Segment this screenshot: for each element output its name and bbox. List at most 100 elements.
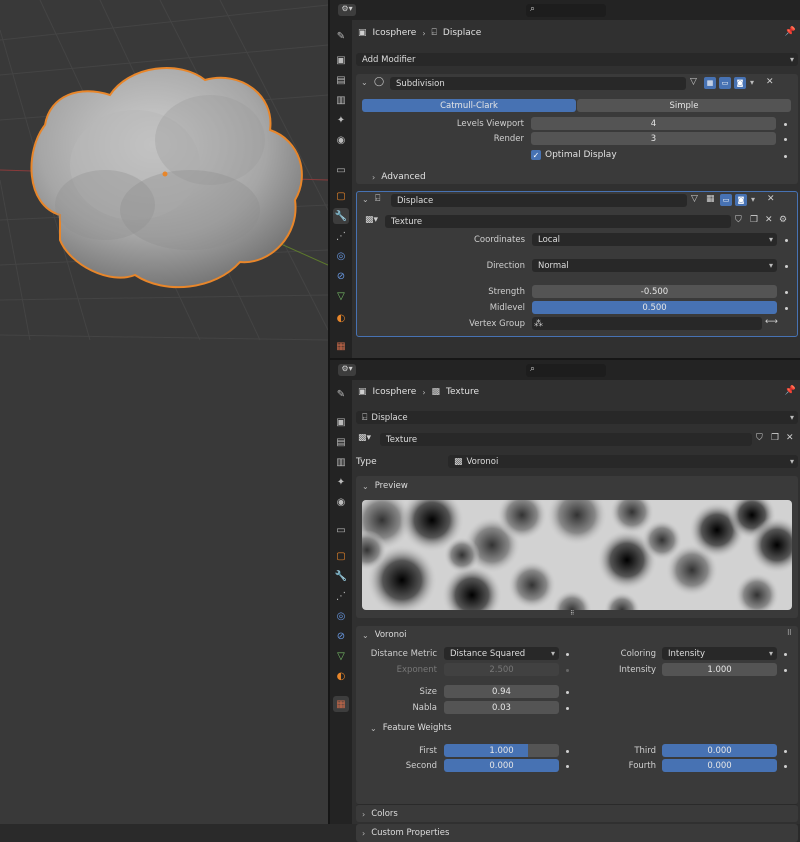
- texture-tab-icon[interactable]: ▦: [333, 338, 349, 354]
- search-field[interactable]: ⌕: [526, 364, 606, 377]
- material-tab-icon[interactable]: ◐: [333, 310, 349, 326]
- voronoi-header[interactable]: ⌄ Voronoi: [362, 626, 407, 644]
- constraints-tab-icon[interactable]: ⊘: [333, 628, 349, 644]
- vertex-group-field[interactable]: ⁂: [532, 317, 762, 330]
- render-toggle-icon[interactable]: ◙: [735, 194, 747, 206]
- catmull-clark-button[interactable]: Catmull-Clark: [362, 99, 576, 112]
- search-field[interactable]: ⌕: [526, 4, 606, 17]
- physics-tab-icon[interactable]: ◎: [333, 608, 349, 624]
- simple-button[interactable]: Simple: [577, 99, 791, 112]
- keyframe-dot[interactable]: [566, 653, 569, 656]
- displace-name-field[interactable]: Displace: [391, 194, 687, 207]
- keyframe-dot[interactable]: [785, 307, 788, 310]
- particles-tab-icon[interactable]: ⋰: [333, 228, 349, 244]
- midlevel-slider[interactable]: 0.500: [532, 301, 777, 314]
- collection-tab-icon[interactable]: ▭: [333, 522, 349, 538]
- texture-checker-icon[interactable]: ▩▾: [365, 215, 378, 225]
- constraints-tab-icon[interactable]: ⊘: [333, 268, 349, 284]
- render-levels-field[interactable]: 3: [531, 132, 776, 145]
- subdivision-name-field[interactable]: Subdivision: [390, 77, 686, 90]
- world-tab-icon[interactable]: ◉: [333, 494, 349, 510]
- keyframe-dot[interactable]: [784, 653, 787, 656]
- duplicate-icon[interactable]: ❐: [771, 433, 779, 443]
- optimal-display-checkbox[interactable]: ✓ Optimal Display: [531, 150, 617, 160]
- edit-mode-toggle-icon[interactable]: ▽: [690, 77, 697, 87]
- cage-toggle-icon[interactable]: ▦: [704, 77, 716, 89]
- keyframe-dot[interactable]: [785, 291, 788, 294]
- viewport-toggle-icon[interactable]: ▭: [720, 194, 732, 206]
- texture-user-dropdown[interactable]: ⍇ Displace ▾: [356, 411, 798, 424]
- keyframe-dot[interactable]: [566, 750, 569, 753]
- coordinates-dropdown[interactable]: Local ▾: [532, 233, 777, 246]
- close-icon[interactable]: ✕: [766, 77, 774, 87]
- cage-toggle-icon[interactable]: ▦: [706, 194, 715, 204]
- tool-tab-icon[interactable]: ✎: [333, 28, 349, 44]
- texture-properties-icon[interactable]: ⚙: [779, 215, 787, 225]
- texture-name-field[interactable]: Texture: [380, 433, 752, 446]
- direction-dropdown[interactable]: Normal ▾: [532, 259, 777, 272]
- colors-panel-header[interactable]: › Colors: [356, 804, 798, 822]
- object-tab-icon[interactable]: ▢: [333, 188, 349, 204]
- particles-tab-icon[interactable]: ⋰: [333, 588, 349, 604]
- duplicate-icon[interactable]: ❐: [750, 215, 758, 225]
- physics-tab-icon[interactable]: ◎: [333, 248, 349, 264]
- keyframe-dot[interactable]: [784, 123, 787, 126]
- output-tab-icon[interactable]: ▤: [333, 72, 349, 88]
- pin-icon[interactable]: 📌: [785, 27, 796, 37]
- keyframe-dot[interactable]: [785, 239, 788, 242]
- modifier-menu-icon[interactable]: ▾: [750, 78, 754, 87]
- data-tab-icon[interactable]: ▽: [333, 288, 349, 304]
- custom-properties-panel-header[interactable]: › Custom Properties: [356, 824, 798, 842]
- keyframe-dot[interactable]: [784, 138, 787, 141]
- texture-checker-icon[interactable]: ▩▾: [358, 433, 371, 443]
- material-tab-icon[interactable]: ◐: [333, 668, 349, 684]
- fake-user-shield-icon[interactable]: ⛉: [735, 215, 742, 225]
- keyframe-dot[interactable]: [784, 155, 787, 158]
- first-weight-slider[interactable]: 1.000: [444, 744, 559, 757]
- object-tab-icon[interactable]: ▢: [333, 548, 349, 564]
- keyframe-dot[interactable]: [566, 691, 569, 694]
- collection-tab-icon[interactable]: ▭: [333, 162, 349, 178]
- texture-name-field[interactable]: Texture: [385, 215, 731, 228]
- strength-field[interactable]: -0.500: [532, 285, 777, 298]
- scene-tab-icon[interactable]: ✦: [333, 112, 349, 128]
- drag-handle-icon[interactable]: ⠿: [787, 629, 792, 637]
- second-weight-slider[interactable]: 0.000: [444, 759, 559, 772]
- close-icon[interactable]: ✕: [767, 194, 775, 204]
- output-tab-icon[interactable]: ▤: [333, 434, 349, 450]
- keyframe-dot[interactable]: [784, 750, 787, 753]
- levels-viewport-field[interactable]: 4: [531, 117, 776, 130]
- advanced-subpanel-header[interactable]: › Advanced: [372, 172, 426, 182]
- editor-type-button[interactable]: ⚙▾: [338, 364, 356, 376]
- distance-metric-dropdown[interactable]: Distance Squared ▾: [444, 647, 559, 660]
- fake-user-shield-icon[interactable]: ⛉: [756, 433, 763, 443]
- tool-tab-icon[interactable]: ✎: [333, 386, 349, 402]
- render-tab-icon[interactable]: ▣: [333, 414, 349, 430]
- keyframe-dot[interactable]: [566, 707, 569, 710]
- preview-header[interactable]: ⌄ Preview: [362, 477, 408, 495]
- viewport-canvas[interactable]: [0, 0, 328, 824]
- keyframe-dot[interactable]: [566, 765, 569, 768]
- add-modifier-dropdown[interactable]: Add Modifier ▾: [356, 53, 798, 66]
- feature-weights-header[interactable]: ⌄ Feature Weights: [370, 719, 452, 737]
- coloring-dropdown[interactable]: Intensity ▾: [662, 647, 777, 660]
- data-tab-icon[interactable]: ▽: [333, 648, 349, 664]
- texture-tab-icon[interactable]: ▦: [333, 696, 349, 712]
- view-layer-tab-icon[interactable]: ▥: [333, 92, 349, 108]
- render-toggle-icon[interactable]: ◙: [734, 77, 746, 89]
- intensity-field[interactable]: 1.000: [662, 663, 777, 676]
- keyframe-dot[interactable]: [785, 265, 788, 268]
- texture-type-dropdown[interactable]: ▩ Voronoi ▾: [448, 455, 798, 468]
- scene-tab-icon[interactable]: ✦: [333, 474, 349, 490]
- invert-arrows-icon[interactable]: ⟷: [765, 317, 778, 327]
- keyframe-dot[interactable]: [784, 765, 787, 768]
- view-layer-tab-icon[interactable]: ▥: [333, 454, 349, 470]
- editor-type-button[interactable]: ⚙▾: [338, 4, 356, 16]
- fourth-weight-slider[interactable]: 0.000: [662, 759, 777, 772]
- third-weight-slider[interactable]: 0.000: [662, 744, 777, 757]
- edit-mode-toggle-icon[interactable]: ▽: [691, 194, 698, 204]
- modifier-tab-icon[interactable]: 🔧: [333, 208, 349, 224]
- size-field[interactable]: 0.94: [444, 685, 559, 698]
- collapse-chevron-icon[interactable]: ⌄: [362, 195, 369, 204]
- keyframe-dot[interactable]: [784, 669, 787, 672]
